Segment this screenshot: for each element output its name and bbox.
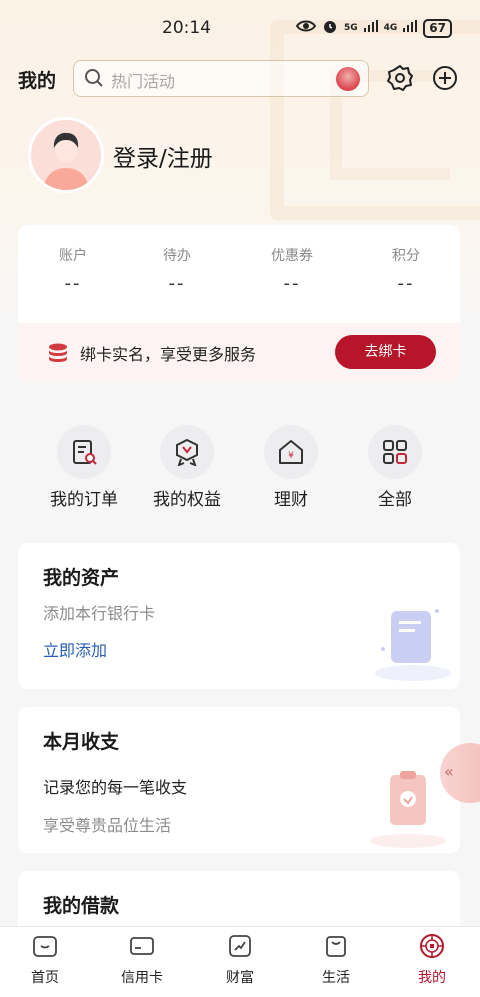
quick-entry-label: 我的权益 xyxy=(153,490,221,510)
signal-5g: 5G xyxy=(343,23,358,33)
gear-icon[interactable] xyxy=(386,64,414,92)
quick-entry-label: 全部 xyxy=(378,490,412,510)
card-subtitle: 享受尊贵品位生活 xyxy=(43,816,172,835)
stat-coupons[interactable]: 优惠券 -- xyxy=(237,245,347,294)
quick-entry-benefits[interactable]: 我的权益 xyxy=(135,425,239,510)
login-register-link[interactable]: 登录/注册 xyxy=(113,139,213,173)
status-icons: 5G 4G 67 xyxy=(295,18,452,38)
tab-label: 财富 xyxy=(226,970,254,986)
stat-value: -- xyxy=(64,273,82,294)
double-chevron-left-icon: « xyxy=(444,762,454,781)
search-icon xyxy=(84,68,104,92)
status-time: 20:14 xyxy=(162,18,211,38)
status-bar: 20:14 5G 4G 67 xyxy=(0,0,480,58)
stat-label: 积分 xyxy=(392,248,420,264)
card-title: 我的借款 xyxy=(43,895,120,917)
eye-icon xyxy=(295,19,317,37)
my-assets-card[interactable]: 我的资产 添加本行银行卡 立即添加 xyxy=(18,543,460,689)
card-subtitle: 添加本行银行卡 xyxy=(43,604,156,623)
quick-entry-label: 理财 xyxy=(274,490,308,510)
stat-label: 优惠券 xyxy=(271,248,313,264)
stat-points[interactable]: 积分 -- xyxy=(351,245,460,294)
svg-text:¥: ¥ xyxy=(288,451,294,461)
quick-entry-all[interactable]: 全部 xyxy=(343,425,447,510)
stat-todo[interactable]: 待办 -- xyxy=(122,245,232,294)
document-illustration-icon xyxy=(373,603,453,687)
wealth-icon xyxy=(227,935,253,963)
tab-mine[interactable]: 我的 xyxy=(387,933,477,987)
search-placeholder: 热门活动 xyxy=(111,72,176,91)
tab-wealth[interactable]: 财富 xyxy=(195,933,285,987)
stat-label: 待办 xyxy=(163,248,191,264)
bind-card-bar: 绑卡实名，享受更多服务 去绑卡 xyxy=(18,323,460,381)
grid-icon xyxy=(368,425,422,479)
stat-value: -- xyxy=(168,273,186,294)
account-stats-card: 账户 -- 待办 -- 优惠券 -- 积分 -- 绑卡实名，享受更多服务 去绑卡 xyxy=(18,225,460,381)
card-title: 我的资产 xyxy=(43,567,120,589)
signal-bars-icon xyxy=(363,20,378,36)
signal-4g: 4G xyxy=(383,23,398,33)
stat-label: 账户 xyxy=(59,248,87,264)
tab-label: 我的 xyxy=(418,970,446,986)
alarm-icon xyxy=(322,18,338,38)
plus-circle-icon[interactable] xyxy=(431,64,459,92)
tab-home[interactable]: 首页 xyxy=(0,933,90,987)
finance-icon: ¥ xyxy=(264,425,318,479)
tab-label: 生活 xyxy=(322,970,350,986)
search-box[interactable]: 热门活动 xyxy=(73,60,369,97)
avatar[interactable] xyxy=(28,117,104,193)
tab-label: 信用卡 xyxy=(121,970,163,986)
page-title: 我的 xyxy=(18,70,57,92)
badge-icon xyxy=(160,425,214,479)
bind-card-button[interactable]: 去绑卡 xyxy=(335,335,436,369)
battery-indicator: 67 xyxy=(423,18,452,38)
card-title: 本月收支 xyxy=(43,731,120,753)
signal-bars-icon xyxy=(403,20,418,36)
coin-stack-icon xyxy=(48,343,68,367)
tab-credit-card[interactable]: 信用卡 xyxy=(97,933,187,987)
order-icon xyxy=(57,425,111,479)
add-card-link[interactable]: 立即添加 xyxy=(43,637,107,661)
profile-emblem-icon xyxy=(419,934,445,963)
stat-account[interactable]: 账户 -- xyxy=(18,245,128,294)
card-description: 记录您的每一笔收支 xyxy=(43,778,188,797)
top-header: 我的 热门活动 xyxy=(0,60,480,98)
monthly-budget-card[interactable]: 本月收支 记录您的每一笔收支 享受尊贵品位生活 xyxy=(18,707,460,853)
tab-life[interactable]: 生活 xyxy=(291,933,381,987)
clipboard-illustration-icon xyxy=(368,769,448,853)
user-avatar-icon xyxy=(31,120,101,190)
quick-entry-label: 我的订单 xyxy=(50,490,118,510)
home-icon xyxy=(32,936,58,963)
stat-value: -- xyxy=(283,273,301,294)
quick-entry-finance[interactable]: ¥ 理财 xyxy=(239,425,343,510)
bottom-tab-bar: 首页 信用卡 财富 生活 我的 xyxy=(0,926,480,997)
shopping-bag-icon xyxy=(323,936,349,963)
stat-value: -- xyxy=(397,273,415,294)
tab-label: 首页 xyxy=(31,970,59,986)
bind-card-text: 绑卡实名，享受更多服务 xyxy=(80,345,257,364)
credit-card-icon xyxy=(129,937,155,963)
quick-entry-orders[interactable]: 我的订单 xyxy=(32,425,136,510)
bank-logo-icon[interactable] xyxy=(336,67,360,91)
